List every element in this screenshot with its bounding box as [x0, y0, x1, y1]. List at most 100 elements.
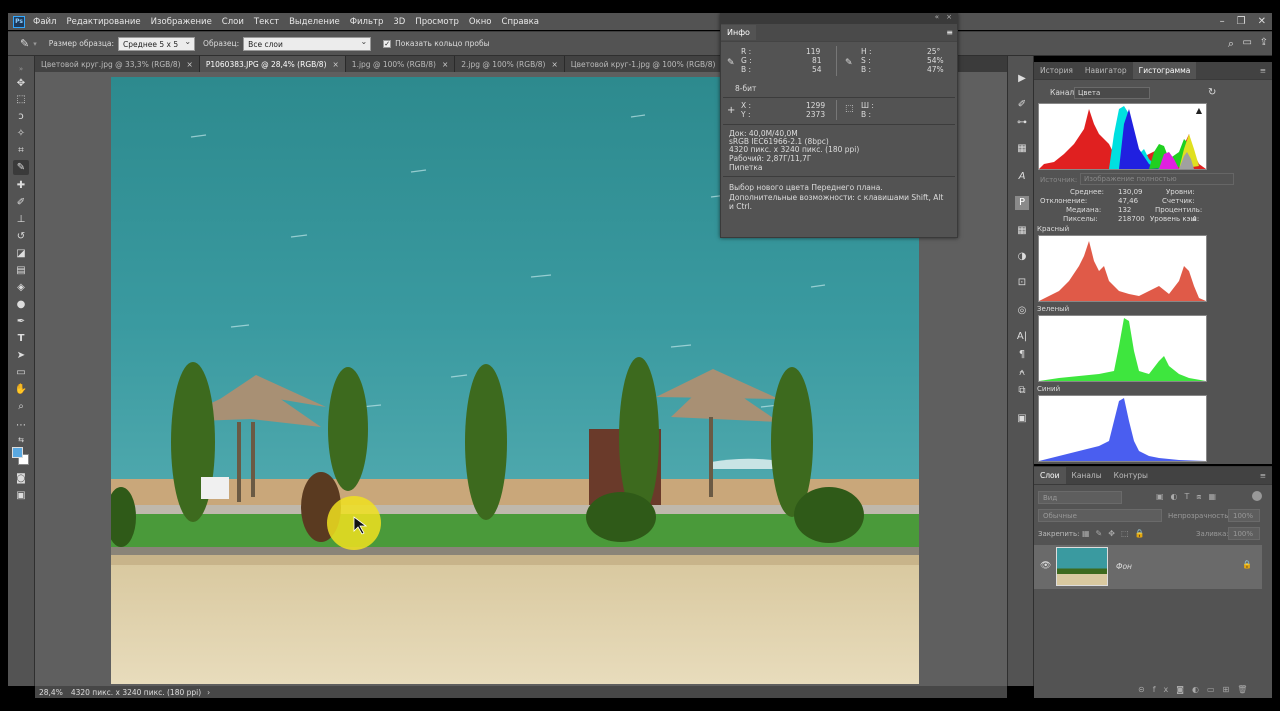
menu-3d[interactable]: 3D: [393, 17, 405, 27]
brush-tool-icon[interactable]: ✐: [13, 195, 29, 210]
play-actions-icon[interactable]: ▶: [1015, 72, 1029, 86]
status-menu-arrow[interactable]: ›: [207, 688, 210, 697]
layer-filter-icons[interactable]: ▣◐T⧈▦: [1156, 492, 1223, 502]
menu-edit[interactable]: Редактирование: [66, 17, 140, 27]
move-tool-icon[interactable]: ✥: [13, 76, 29, 91]
layer-filter-select[interactable]: Вид: [1038, 491, 1122, 504]
menu-window[interactable]: Окно: [469, 17, 492, 27]
quick-mask-icon[interactable]: ◙: [13, 471, 29, 486]
channel-select[interactable]: Цвета: [1074, 87, 1150, 99]
tab-document[interactable]: Цветовой круг-1.jpg @ 100% (RGB/8)×: [564, 56, 735, 72]
history-brush-tool-icon[interactable]: ↺: [13, 229, 29, 244]
search-icon[interactable]: ⌕: [1228, 37, 1234, 51]
lock-icons[interactable]: ▦✎✥⬚🔒: [1082, 529, 1150, 538]
fill-input[interactable]: 100%: [1228, 527, 1260, 540]
clone-stamp-tool-icon[interactable]: ⊥: [13, 212, 29, 227]
tab-layers[interactable]: Слои: [1034, 467, 1066, 484]
menu-view[interactable]: Просмотр: [415, 17, 459, 27]
panel-menu-icon[interactable]: ≡: [942, 28, 957, 37]
hand-tool-icon[interactable]: ✋: [13, 382, 29, 397]
info-panel-header[interactable]: « ×: [721, 13, 957, 24]
eyedropper-tool-icon[interactable]: ✎: [13, 160, 29, 175]
share-icon[interactable]: ⇪: [1260, 37, 1268, 48]
layers-footer-icons[interactable]: ⊝fx◙◐▭⊞🗑: [1138, 685, 1255, 694]
close-button[interactable]: ✕: [1258, 16, 1266, 27]
info-panel[interactable]: « × Инфо ≡ ✎ R : 119 G : 81 B : 54 ✎ H :…: [720, 13, 958, 238]
menu-help[interactable]: Справка: [502, 17, 539, 27]
lasso-tool-icon[interactable]: ↄ: [13, 109, 29, 124]
menu-text[interactable]: Текст: [254, 17, 279, 27]
foreground-color-swatch[interactable]: [12, 447, 23, 458]
healing-brush-tool-icon[interactable]: ✚: [13, 178, 29, 193]
gradient-tool-icon[interactable]: ▤: [13, 263, 29, 278]
properties-icon[interactable]: ⊡: [1015, 276, 1029, 290]
eye-icon[interactable]: 👁: [1040, 561, 1051, 571]
sample-size-select[interactable]: Среднее 5 x 5: [118, 36, 196, 51]
collapse-icon[interactable]: «: [935, 13, 939, 21]
adjustments-icon[interactable]: ⊶: [1015, 116, 1029, 130]
more-tools-icon[interactable]: ⋯: [13, 418, 29, 433]
rectangle-tool-icon[interactable]: ▭: [13, 365, 29, 380]
restore-button[interactable]: ❐: [1237, 16, 1246, 27]
tab-histogram[interactable]: Гистограмма: [1132, 62, 1197, 79]
char-styles-icon[interactable]: ⍲: [1015, 366, 1029, 380]
workspace-icon[interactable]: ▭: [1243, 37, 1252, 48]
path-selection-tool-icon[interactable]: ➤: [13, 348, 29, 363]
blend-mode-select[interactable]: Обычные: [1038, 509, 1162, 522]
tab-info[interactable]: Инфо: [721, 25, 756, 40]
menu-select[interactable]: Выделение: [289, 17, 340, 27]
close-icon[interactable]: ×: [442, 60, 448, 69]
zoom-tool-icon[interactable]: ⌕: [13, 399, 29, 414]
close-icon[interactable]: ×: [187, 60, 193, 69]
close-icon[interactable]: ×: [551, 60, 557, 69]
eraser-tool-icon[interactable]: ◪: [13, 246, 29, 261]
dodge-tool-icon[interactable]: ●: [13, 297, 29, 312]
tab-navigator[interactable]: Навигатор: [1079, 62, 1133, 79]
marquee-tool-icon[interactable]: ⬚: [13, 92, 29, 107]
tab-history[interactable]: История: [1034, 62, 1079, 79]
channels-icon[interactable]: ◎: [1015, 304, 1029, 318]
menu-file[interactable]: Файл: [33, 17, 56, 27]
shapes-icon[interactable]: ⧉: [1015, 384, 1029, 398]
refresh-icon[interactable]: ↻: [1208, 87, 1216, 98]
tab-document[interactable]: 1.jpg @ 100% (RGB/8) ×: [345, 56, 456, 72]
color-icon[interactable]: ◑: [1015, 250, 1029, 264]
filter-toggle[interactable]: [1252, 491, 1262, 501]
source-select[interactable]: Изображение полностью: [1080, 173, 1234, 185]
warning-icon[interactable]: ▲: [1196, 106, 1202, 115]
menu-layers[interactable]: Слои: [222, 17, 244, 27]
tab-document[interactable]: 2.jpg @ 100% (RGB/8) ×: [455, 56, 565, 72]
tool-preset-chevron-icon[interactable]: ▾: [33, 40, 37, 48]
paragraph-styles-icon[interactable]: P: [1015, 196, 1029, 210]
zoom-level[interactable]: 28,4%: [39, 688, 63, 697]
paragraph-icon[interactable]: ¶: [1015, 348, 1029, 362]
sample-select[interactable]: Все слои: [243, 36, 372, 51]
screen-mode-icon[interactable]: ▣: [13, 488, 29, 503]
swatches-icon[interactable]: ▦: [1015, 224, 1029, 238]
menu-image[interactable]: Изображение: [151, 17, 212, 27]
panel-menu-icon[interactable]: ≡: [1254, 467, 1272, 484]
type-tool-icon[interactable]: T: [13, 331, 29, 346]
eyedropper-icon[interactable]: ✎: [20, 37, 29, 50]
tab-document-active[interactable]: P1060383.JPG @ 28,4% (RGB/8) ×: [199, 56, 346, 72]
libraries-icon[interactable]: ▦: [1015, 142, 1029, 156]
opacity-input[interactable]: 100%: [1228, 509, 1260, 522]
swap-colors-icon[interactable]: ⇆: [13, 433, 29, 448]
close-icon[interactable]: ×: [333, 60, 339, 69]
pen-tool-icon[interactable]: ✒: [13, 314, 29, 329]
glyphs-icon[interactable]: A: [1015, 170, 1029, 184]
toolbar-collapse-icon[interactable]: »: [13, 62, 29, 77]
close-icon[interactable]: ×: [946, 13, 952, 21]
info-panel-icon[interactable]: ▣: [1015, 412, 1029, 426]
tab-document[interactable]: Цветовой круг.jpg @ 33,3% (RGB/8) ×: [35, 56, 200, 72]
blur-tool-icon[interactable]: ◈: [13, 280, 29, 295]
brush-settings-icon[interactable]: ✐: [1015, 98, 1029, 112]
minimize-button[interactable]: –: [1220, 16, 1225, 27]
character-icon[interactable]: A|: [1015, 330, 1029, 344]
crop-tool-icon[interactable]: ⌗: [13, 143, 29, 158]
show-ring-checkbox[interactable]: ✓: [383, 39, 392, 48]
layer-name[interactable]: Фон: [1116, 562, 1132, 571]
magic-wand-tool-icon[interactable]: ✧: [13, 126, 29, 141]
tab-channels[interactable]: Каналы: [1066, 467, 1108, 484]
panel-menu-icon[interactable]: ≡: [1254, 62, 1272, 79]
